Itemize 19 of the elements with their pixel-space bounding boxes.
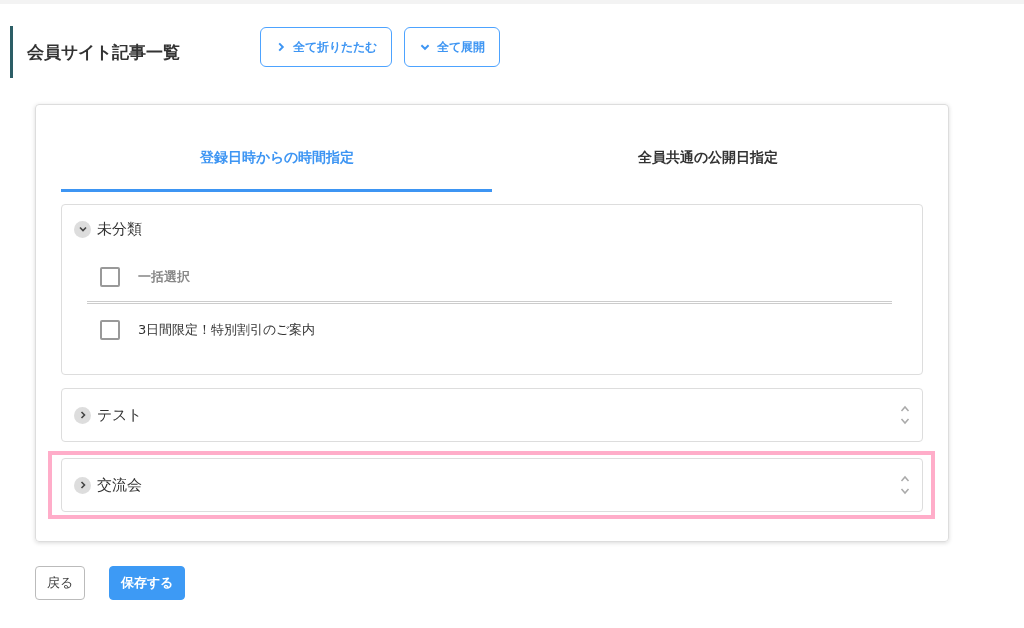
category-name: 交流会 — [97, 475, 142, 495]
expand-all-button[interactable]: 全て展開 — [404, 27, 500, 67]
checkbox[interactable] — [100, 267, 120, 287]
category-name: テスト — [97, 405, 142, 425]
back-button[interactable]: 戻る — [35, 566, 85, 600]
category-name: 未分類 — [97, 219, 142, 239]
toggle-button[interactable] — [74, 220, 91, 238]
save-button[interactable]: 保存する — [109, 566, 185, 600]
article-title: 3日間限定！特別割引のご案内 — [138, 321, 316, 339]
checkbox[interactable] — [100, 320, 120, 340]
toggle-button[interactable] — [74, 476, 91, 494]
select-all-label: 一括選択 — [138, 268, 190, 286]
tab[interactable]: 登録日時からの時間指定 — [61, 129, 492, 192]
tab[interactable]: 全員共通の公開日指定 — [492, 129, 923, 192]
sort-handle-icon[interactable] — [900, 474, 910, 496]
sort-handle-icon[interactable] — [900, 404, 910, 426]
chevron-down-icon — [77, 224, 88, 234]
collapse-all-button[interactable]: 全て折りたたむ — [260, 27, 392, 67]
toggle-button[interactable] — [74, 406, 91, 424]
